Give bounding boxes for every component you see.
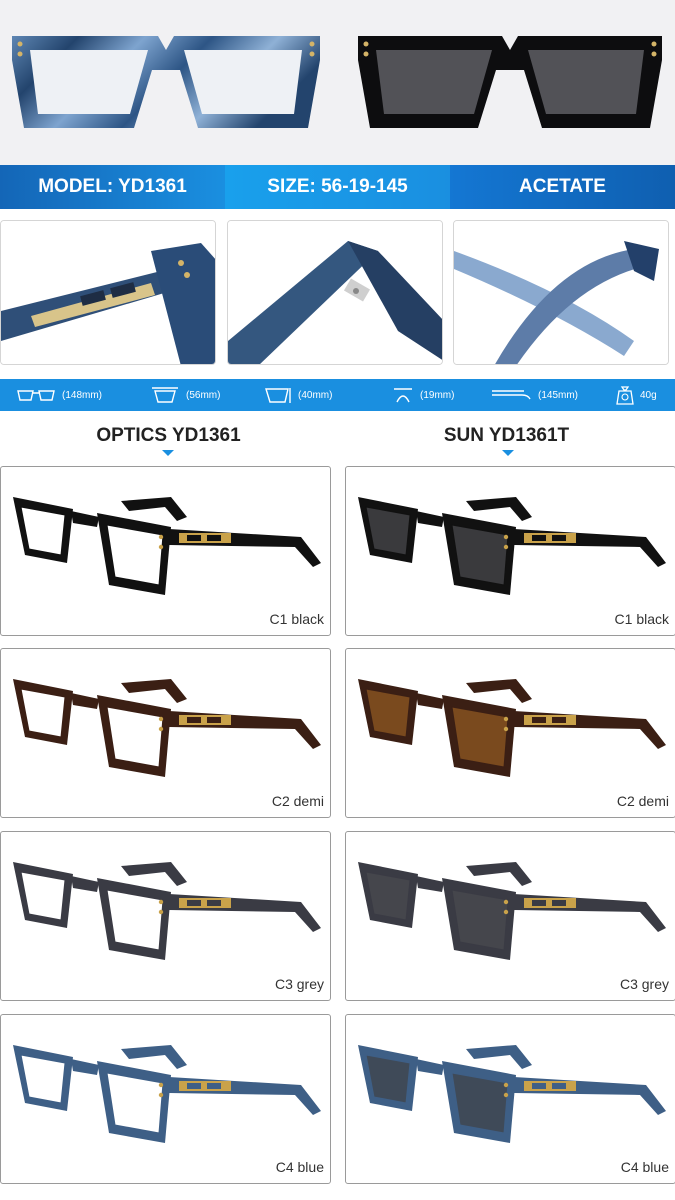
frame-width-icon [17, 390, 55, 401]
variant-label: C2 demi [271, 793, 324, 809]
measure-temple-length: (145mm) [490, 379, 578, 411]
measure-frame-width: (148mm) [16, 379, 102, 411]
optics-card-c1[interactable]: C1 black [0, 466, 331, 636]
hinge-detail-image [0, 220, 216, 365]
size-label: SIZE: 56-19-145 [225, 165, 450, 209]
sun-card-c2[interactable]: C2 demi [345, 648, 675, 818]
lens-height-icon [265, 388, 291, 403]
measure-temple-length-text: (145mm) [538, 389, 579, 401]
weight-icon [616, 386, 634, 405]
sun-card-c1[interactable]: C1 black [345, 466, 675, 636]
variant-label: C4 blue [275, 1159, 324, 1175]
measure-weight-text: 40g [640, 389, 657, 401]
measure-weight: 40g [616, 379, 657, 411]
optics-caret-icon [162, 450, 174, 456]
measure-frame-width-text: (148mm) [62, 389, 103, 401]
sun-caret-icon [502, 450, 514, 456]
sun-column-title: SUN YD1361T [443, 425, 570, 446]
bridge-width-icon [394, 388, 412, 403]
measure-bridge-width: (19mm) [392, 379, 454, 411]
measure-lens-width: (56mm) [150, 379, 220, 411]
measure-lens-width-text: (56mm) [186, 389, 221, 401]
lens-width-icon [152, 387, 178, 403]
blue-frame-front-image [12, 36, 320, 128]
optics-column-title: OPTICS YD1361 [96, 425, 241, 446]
measure-lens-height-text: (40mm) [298, 389, 333, 401]
optics-card-c2[interactable]: C2 demi [0, 648, 331, 818]
temple-length-icon [492, 390, 531, 400]
black-sun-frame-front-image [358, 36, 662, 128]
hero-banner [0, 0, 675, 165]
measure-lens-height: (40mm) [262, 379, 332, 411]
spec-bar: MODEL: YD1361 SIZE: 56-19-145 ACETATE [0, 165, 675, 209]
hinge-closeup-image [227, 220, 443, 365]
variant-label: C3 grey [274, 976, 324, 992]
variant-label: C2 demi [616, 793, 669, 809]
variant-label: C4 blue [620, 1159, 669, 1175]
measurement-bar: (148mm) (56mm) (40mm) (19mm) (145mm) 40g [0, 379, 675, 411]
measure-bridge-width-text: (19mm) [420, 389, 455, 401]
optics-card-c3[interactable]: C3 grey [0, 831, 331, 1001]
material-label: ACETATE [450, 165, 675, 209]
variant-label: C1 black [614, 611, 669, 627]
optics-card-c4[interactable]: C4 blue [0, 1014, 331, 1184]
variant-label: C3 grey [619, 976, 669, 992]
model-label: MODEL: YD1361 [0, 165, 225, 209]
detail-images-row [0, 220, 675, 365]
variant-label: C1 black [269, 611, 324, 627]
sun-card-c4[interactable]: C4 blue [345, 1014, 675, 1184]
temple-tip-image [453, 220, 669, 365]
sun-card-c3[interactable]: C3 grey [345, 831, 675, 1001]
